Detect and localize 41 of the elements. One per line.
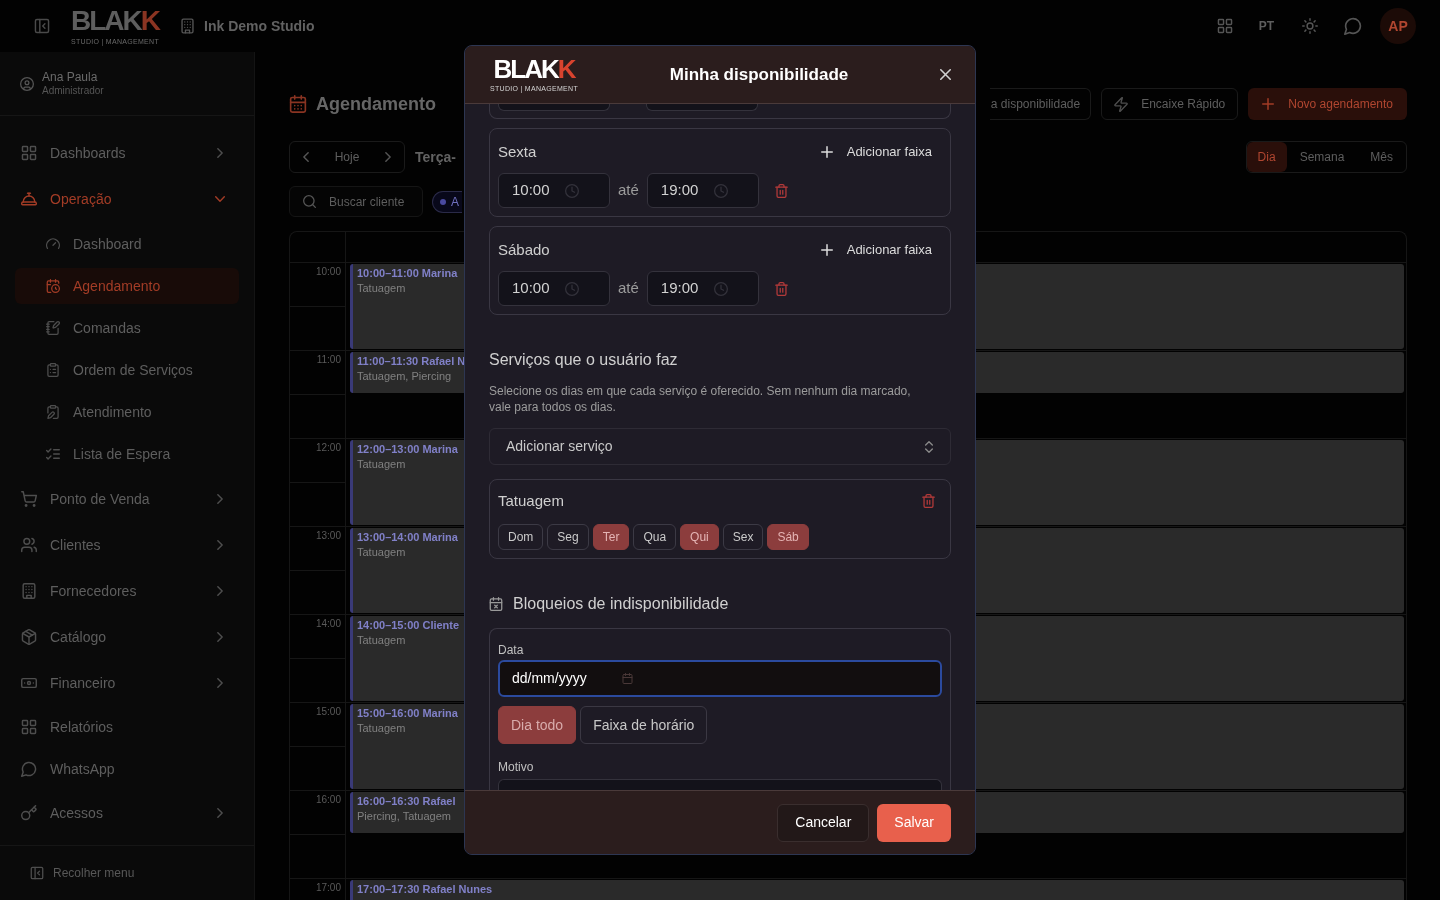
user-name: Ana Paula <box>42 70 99 84</box>
user-role: Administrador <box>42 84 104 97</box>
day-label: Sábado <box>498 239 550 260</box>
section-title: Bloqueios de indisponibilidade <box>513 594 729 614</box>
event-services: Piercing, Tatuagem <box>357 809 451 823</box>
time-label: 15:00 <box>315 705 341 718</box>
event-title: 16:00–16:30 Rafael <box>357 794 456 809</box>
until-label: até <box>618 278 639 299</box>
day-label: Sexta <box>498 141 537 162</box>
logo: BLAKK <box>493 56 575 82</box>
event-title: 13:00–14:00 Marina <box>357 530 458 545</box>
logo: BLAKK <box>71 6 159 35</box>
section-description: Selecione os dias em que cada serviço é oferecido. Sem nenhum dia marcado, vale para todos os dias. <box>489 383 912 415</box>
event-title: 10:00–11:00 Marina <box>357 266 458 281</box>
date-label: Terça- <box>415 147 456 167</box>
time-label: 10:00 <box>315 265 341 278</box>
event-services: Tatuagem, Piercing <box>357 369 452 383</box>
field-label: Data <box>498 643 525 657</box>
event-title: 17:00–17:30 Rafael Nunes <box>357 882 493 897</box>
time-label: 16:00 <box>315 793 341 806</box>
studio-name: Ink Demo Studio <box>204 16 315 36</box>
service-name: Tatuagem <box>498 490 564 511</box>
field-label: Motivo <box>498 760 535 774</box>
time-label: 12:00 <box>315 441 341 454</box>
event-services: Tatuagem <box>357 457 406 471</box>
time-label: 14:00 <box>315 617 341 630</box>
event-services: Tatuagem <box>357 633 406 647</box>
until-label: até <box>618 180 639 201</box>
event-services: Tatuagem <box>357 545 406 559</box>
event-title: 14:00–15:00 Cliente <box>357 618 460 633</box>
time-label: 11:00 <box>316 353 341 366</box>
event-title: 12:00–13:00 Marina <box>357 442 458 457</box>
event-services: Tatuagem <box>357 721 406 735</box>
modal-title: Minha disponibilidade <box>668 63 850 86</box>
event-title: 11:00–11:30 Rafael N <box>357 354 466 369</box>
time-label: 13:00 <box>315 529 341 542</box>
page-title: Agendamento <box>316 92 436 116</box>
time-label: 17:00 <box>315 881 341 894</box>
section-title: Serviços que o usuário faz <box>489 350 679 370</box>
event-services: Tatuagem <box>357 281 406 295</box>
event-title: 15:00–16:00 Marina <box>357 706 458 721</box>
